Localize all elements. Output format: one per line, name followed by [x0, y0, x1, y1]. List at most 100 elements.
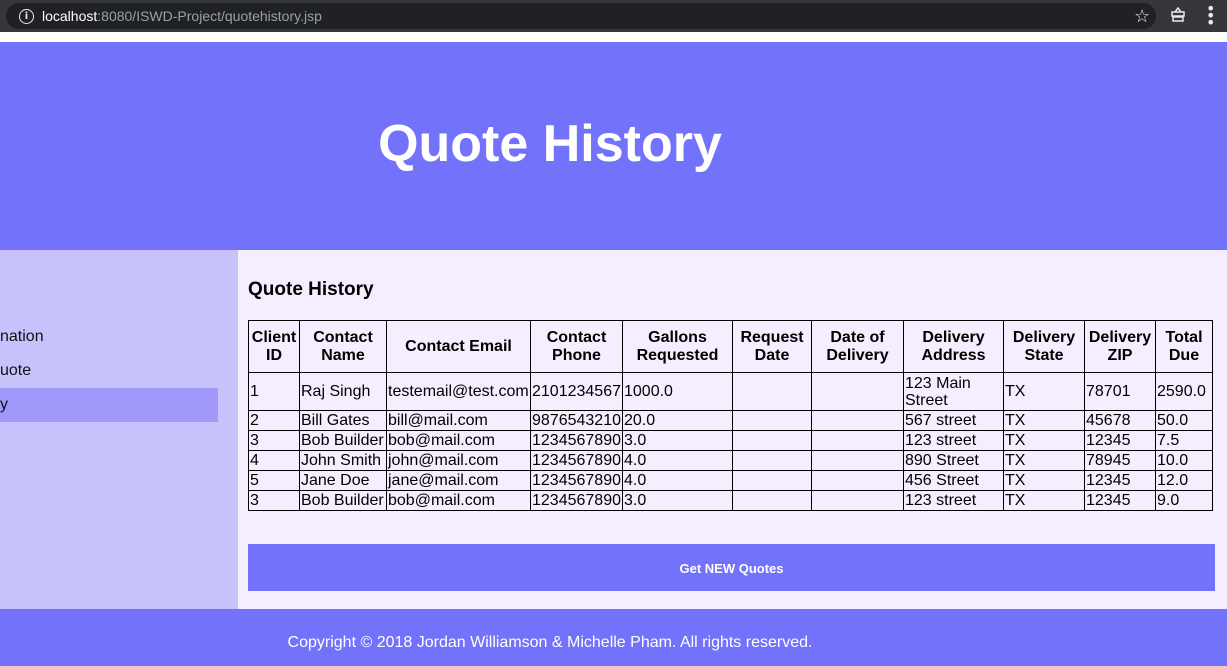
table-cell: 3.0: [622, 430, 733, 451]
table-cell: [732, 450, 812, 471]
table-cell: 78945: [1084, 450, 1156, 471]
table-row: 2 Bill Gates bill@mail.com 9876543210 20…: [248, 410, 1213, 431]
table-cell: [811, 490, 904, 511]
info-icon[interactable]: i: [19, 9, 34, 24]
sidebar-item-information[interactable]: nation: [0, 320, 218, 354]
table-row: 4 John Smith john@mail.com 1234567890 4.…: [248, 450, 1213, 471]
table-cell: 9.0: [1155, 490, 1213, 511]
column-header: Contact Phone: [530, 320, 623, 373]
table-cell: 3: [248, 430, 300, 451]
table-cell: john@mail.com: [386, 450, 531, 471]
table-cell: 12345: [1084, 490, 1156, 511]
sidebar-item-label: nation: [0, 328, 44, 345]
column-header: Request Date: [732, 320, 812, 373]
table-cell: TX: [1003, 372, 1085, 411]
table-cell: [811, 470, 904, 491]
main-content: Quote History Client ID Contact Name Con…: [238, 250, 1227, 609]
column-header: Delivery Address: [903, 320, 1004, 373]
extension-icon[interactable]: [1170, 7, 1186, 23]
table-cell: bob@mail.com: [386, 490, 531, 511]
table-cell: 9876543210: [530, 410, 623, 431]
table-cell: 12.0: [1155, 470, 1213, 491]
table-row: 5 Jane Doe jane@mail.com 1234567890 4.0 …: [248, 470, 1213, 491]
url-host: localhost: [42, 8, 98, 24]
table-cell: 20.0: [622, 410, 733, 431]
column-header: Gallons Requested: [622, 320, 733, 373]
page-title: Quote History: [378, 115, 722, 173]
get-new-quotes-button[interactable]: Get NEW Quotes: [248, 544, 1215, 591]
table-cell: TX: [1003, 450, 1085, 471]
table-cell: testemail@test.com: [386, 372, 531, 411]
table-cell: 2: [248, 410, 300, 431]
table-cell: Jane Doe: [299, 470, 387, 491]
sidebar-item-quote[interactable]: uote: [0, 354, 218, 388]
table-cell: [811, 450, 904, 471]
table-cell: [811, 430, 904, 451]
table-cell: 456 Street: [903, 470, 1004, 491]
url-text[interactable]: localhost:8080/ISWD-Project/quotehistory…: [42, 8, 322, 24]
column-header: Contact Name: [299, 320, 387, 373]
table-cell: [732, 410, 812, 431]
table-cell: 3.0: [622, 490, 733, 511]
table-cell: 1234567890: [530, 430, 623, 451]
sidebar-item-history[interactable]: y: [0, 388, 218, 422]
sidebar-item-label: uote: [0, 362, 32, 379]
table-cell: bill@mail.com: [386, 410, 531, 431]
column-header: Delivery State: [1003, 320, 1085, 373]
page-header: Quote History: [0, 42, 1227, 250]
sidebar-item-label: y: [0, 396, 8, 413]
column-header: Total Due: [1155, 320, 1213, 373]
star-icon[interactable]: ☆: [1134, 6, 1150, 27]
table-cell: 4.0: [622, 450, 733, 471]
section-heading: Quote History: [248, 279, 374, 300]
table-cell: 5: [248, 470, 300, 491]
table-cell: [732, 430, 812, 451]
table-cell: [811, 410, 904, 431]
table-cell: jane@mail.com: [386, 470, 531, 491]
table-cell: 123 Main Street: [903, 372, 1004, 411]
table-cell: TX: [1003, 470, 1085, 491]
table-row: 1 Raj Singh testemail@test.com 210123456…: [248, 372, 1213, 411]
table-cell: 567 street: [903, 410, 1004, 431]
table-cell: John Smith: [299, 450, 387, 471]
quote-history-table: Client ID Contact Name Contact Email Con…: [248, 320, 1213, 511]
table-cell: 78701: [1084, 372, 1156, 411]
table-cell: 1234567890: [530, 450, 623, 471]
column-header: Delivery ZIP: [1084, 320, 1156, 373]
page-footer: Copyright © 2018 Jordan Williamson & Mic…: [0, 609, 1227, 666]
kebab-menu-icon[interactable]: • • •: [1206, 1, 1215, 31]
table-cell: 1000.0: [622, 372, 733, 411]
table-header-row: Client ID Contact Name Contact Email Con…: [248, 320, 1213, 373]
address-bar[interactable]: i localhost:8080/ISWD-Project/quotehisto…: [6, 3, 1156, 29]
table-cell: Bob Builder: [299, 430, 387, 451]
table-cell: [732, 490, 812, 511]
table-cell: TX: [1003, 410, 1085, 431]
table-cell: 12345: [1084, 430, 1156, 451]
column-header: Client ID: [248, 320, 300, 373]
table-cell: 45678: [1084, 410, 1156, 431]
table-cell: 4.0: [622, 470, 733, 491]
table-cell: 50.0: [1155, 410, 1213, 431]
table-cell: 1234567890: [530, 470, 623, 491]
table-cell: TX: [1003, 430, 1085, 451]
table-cell: Bob Builder: [299, 490, 387, 511]
table-cell: bob@mail.com: [386, 430, 531, 451]
table-cell: 123 street: [903, 430, 1004, 451]
table-cell: 890 Street: [903, 450, 1004, 471]
page-top-strip: [0, 32, 1227, 42]
column-header: Contact Email: [386, 320, 531, 373]
table-row: 3 Bob Builder bob@mail.com 1234567890 3.…: [248, 490, 1213, 511]
table-cell: 12345: [1084, 470, 1156, 491]
url-path: :8080/ISWD-Project/quotehistory.jsp: [97, 8, 322, 24]
table-cell: 10.0: [1155, 450, 1213, 471]
table-cell: [732, 372, 812, 411]
table-cell: [732, 470, 812, 491]
sidebar: nation uote y: [0, 250, 238, 609]
table-cell: 4: [248, 450, 300, 471]
table-cell: 7.5: [1155, 430, 1213, 451]
table-cell: [811, 372, 904, 411]
table-cell: 3: [248, 490, 300, 511]
table-cell: 2101234567: [530, 372, 623, 411]
table-cell: TX: [1003, 490, 1085, 511]
copyright-text: Copyright © 2018 Jordan Williamson & Mic…: [287, 634, 813, 651]
